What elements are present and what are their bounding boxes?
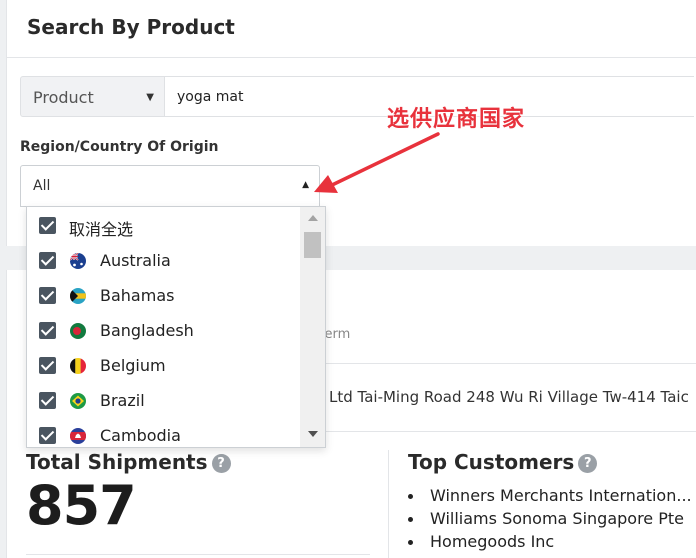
region-option-bangladesh[interactable]: Bangladesh [27,313,299,348]
region-selected-value: All [33,178,51,194]
top-customers-label: Top Customers [408,450,575,474]
divider [307,431,696,432]
divider [26,554,370,555]
region-option-label: Cambodia [100,426,181,445]
customers-list: Winners Merchants Internation... William… [408,486,696,555]
dropdown-scrollbar[interactable] [300,207,325,447]
info-icon[interactable]: ? [578,454,598,473]
search-type-label: Product [33,88,94,107]
total-shipments-title: Total Shipments? [26,450,231,474]
checkbox[interactable] [39,287,56,304]
region-option-brazil[interactable]: Brazil [27,383,299,418]
region-option-label: Bahamas [100,286,175,305]
deselect-all-label: 取消全选 [69,220,134,239]
top-customers-title: Top Customers? [408,450,598,474]
region-option-label: Belgium [100,356,166,375]
scroll-down-arrow-icon[interactable] [308,431,318,437]
total-shipments-label: Total Shipments [26,450,208,474]
checkbox[interactable] [39,252,56,269]
checkbox[interactable] [39,427,56,444]
region-option-label: Brazil [100,391,145,410]
checkbox[interactable] [39,322,56,339]
bangladesh-flag-icon [70,323,86,339]
divider [307,363,696,364]
deselect-all-option[interactable]: 取消全选 [27,208,299,243]
bahamas-flag-icon [70,288,86,304]
search-type-select[interactable]: Product ▼ [20,76,165,117]
vertical-divider [388,450,389,558]
page-title: Search By Product [27,15,235,39]
cambodia-flag-icon [70,428,86,444]
australia-flag-icon [70,253,86,269]
region-dropdown: 取消全选 Australia Bahamas Bangladesh Belgiu… [26,206,326,448]
checkbox[interactable] [39,392,56,409]
belgium-flag-icon [70,358,86,374]
region-option-label: Bangladesh [100,321,194,340]
region-option-label: Australia [100,251,171,270]
info-icon[interactable]: ? [211,454,231,473]
region-option-bahamas[interactable]: Bahamas [27,278,299,313]
brazil-flag-icon [70,393,86,409]
list-item[interactable]: Homegoods Inc [408,532,696,555]
region-option-belgium[interactable]: Belgium [27,348,299,383]
region-select[interactable]: All ▲ [20,165,320,207]
total-shipments-value: 857 [26,474,137,537]
region-label: Region/Country Of Origin [20,139,219,155]
region-option-cambodia[interactable]: Cambodia [27,418,299,447]
list-item[interactable]: Winners Merchants Internation... [408,486,696,509]
result-address: Ltd Tai-Ming Road 248 Wu Ri Village Tw-4… [329,388,689,406]
annotation-arrow-icon [314,132,440,193]
region-option-australia[interactable]: Australia [27,243,299,278]
scroll-up-arrow-icon[interactable] [308,215,318,221]
scroll-thumb[interactable] [304,232,321,258]
checkbox[interactable] [39,217,56,234]
list-item[interactable]: Williams Sonoma Singapore Pte [408,509,696,532]
caret-down-icon: ▼ [146,92,154,103]
checkbox[interactable] [39,357,56,374]
